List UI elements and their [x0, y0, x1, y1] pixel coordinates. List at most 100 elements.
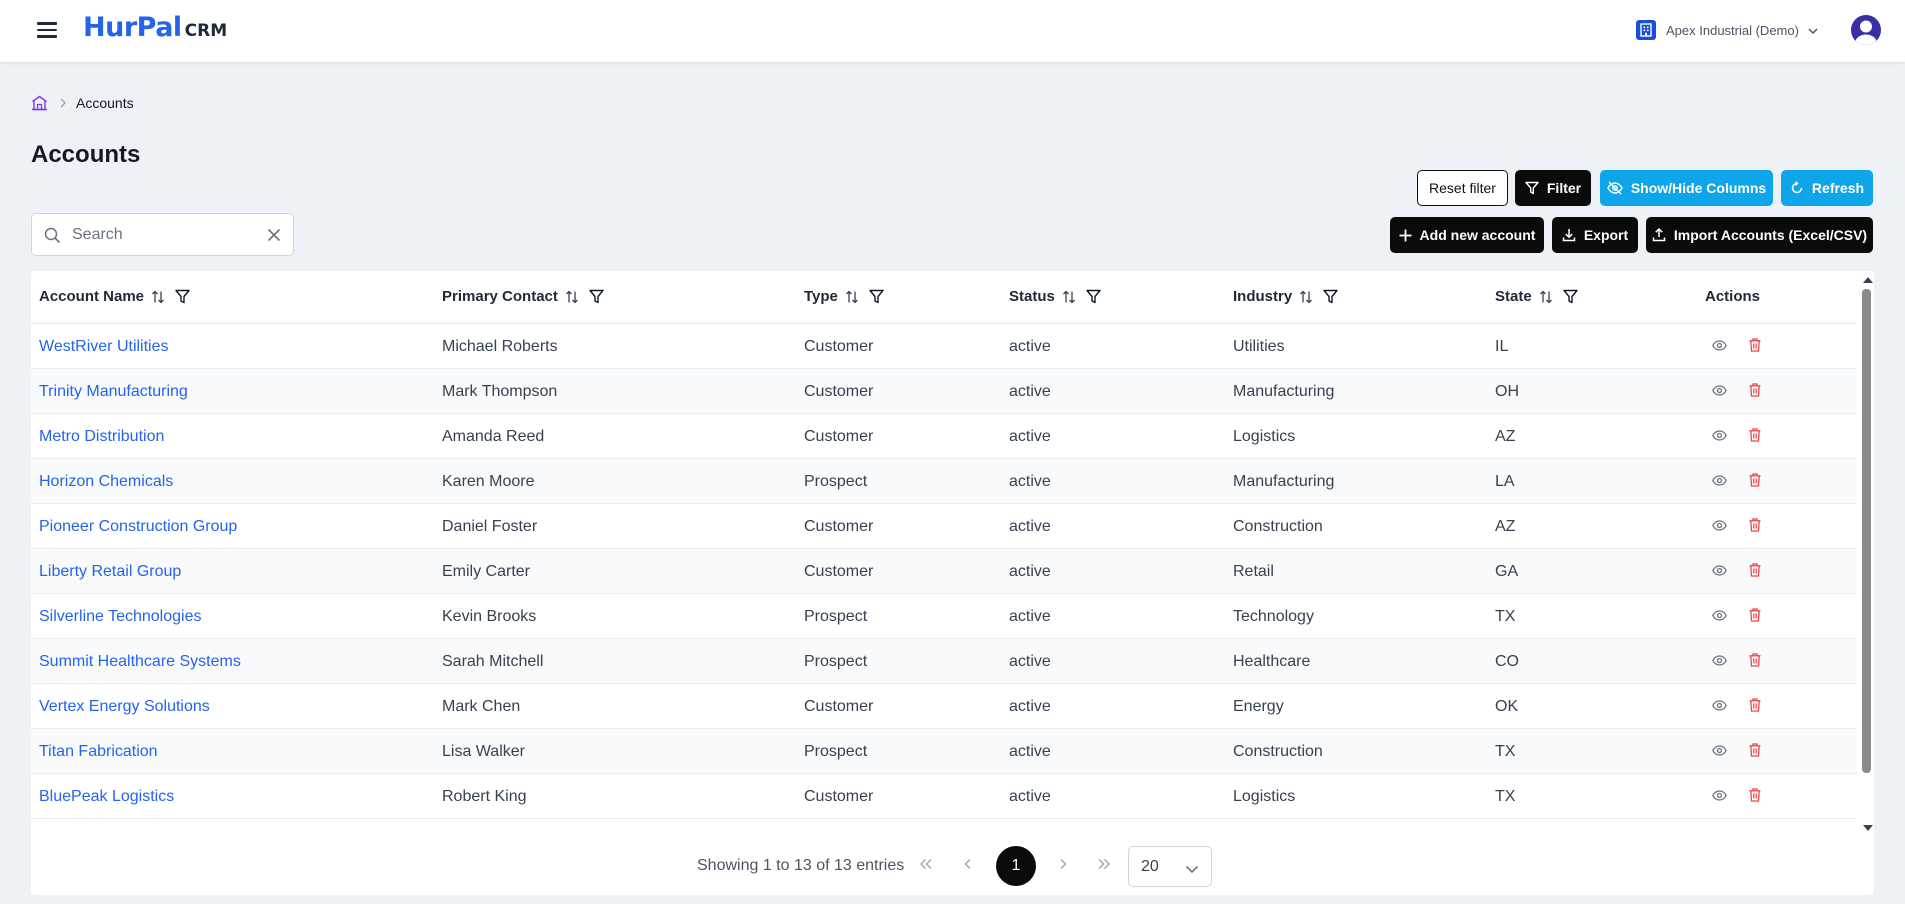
- view-eye-icon[interactable]: [1712, 383, 1727, 401]
- sort-icon[interactable]: [845, 290, 859, 304]
- cell-industry: Technology: [1233, 608, 1314, 625]
- table-row[interactable]: Vertex Energy Solutions Mark Chen Customer…: [31, 684, 1857, 729]
- filter-icon[interactable]: [175, 289, 190, 304]
- rows-per-page-select[interactable]: 20: [1128, 846, 1212, 887]
- import-accounts-label: Import Accounts (Excel/CSV): [1673, 227, 1868, 243]
- cell-account-name[interactable]: BluePeak Logistics: [39, 788, 174, 806]
- table-row[interactable]: BluePeak Logistics Robert King Customer act…: [31, 774, 1857, 819]
- table-row[interactable]: Horizon Chemicals Karen Moore Prospect acti…: [31, 459, 1857, 504]
- view-eye-icon[interactable]: [1712, 563, 1727, 581]
- table-row[interactable]: Metro Distribution Amanda Reed Customer act…: [31, 414, 1857, 459]
- cell-account-name[interactable]: Vertex Energy Solutions: [39, 698, 210, 716]
- view-eye-icon[interactable]: [1712, 338, 1727, 356]
- export-button[interactable]: Export: [1552, 217, 1638, 253]
- delete-trash-icon[interactable]: [1749, 698, 1761, 717]
- column-header-account-name[interactable]: Account Name: [39, 288, 190, 305]
- cell-account-name[interactable]: Pioneer Construction Group: [39, 518, 237, 536]
- table-row[interactable]: Pioneer Construction Group Daniel Foster C…: [31, 504, 1857, 549]
- sort-icon[interactable]: [1539, 290, 1553, 304]
- scroll-down-arrow-icon[interactable]: [1863, 825, 1873, 831]
- column-header-industry[interactable]: Industry: [1233, 288, 1338, 305]
- add-new-account-button[interactable]: Add new account: [1390, 217, 1544, 253]
- delete-trash-icon[interactable]: [1749, 383, 1761, 402]
- cell-account-name[interactable]: Silverline Technologies: [39, 608, 201, 626]
- cell-primary-contact: Emily Carter: [442, 563, 531, 580]
- delete-trash-icon[interactable]: [1749, 563, 1761, 582]
- view-eye-icon[interactable]: [1712, 743, 1727, 761]
- page-number-current[interactable]: 1: [996, 846, 1036, 886]
- view-eye-icon[interactable]: [1712, 653, 1727, 671]
- user-avatar[interactable]: [1851, 15, 1881, 45]
- delete-trash-icon[interactable]: [1749, 338, 1761, 357]
- delete-trash-icon[interactable]: [1749, 473, 1761, 492]
- reset-filter-button[interactable]: Reset filter: [1417, 170, 1508, 206]
- view-eye-icon[interactable]: [1712, 518, 1727, 536]
- cell-account-name[interactable]: Titan Fabrication: [39, 743, 158, 761]
- column-header-type[interactable]: Type: [804, 288, 884, 305]
- previous-page-icon[interactable]: [963, 857, 973, 875]
- organization-switcher[interactable]: Apex Industrial (Demo): [1636, 20, 1818, 40]
- delete-trash-icon[interactable]: [1749, 518, 1761, 537]
- add-new-account-label: Add new account: [1419, 227, 1536, 243]
- cell-status: active: [1009, 608, 1051, 625]
- sort-icon[interactable]: [565, 290, 579, 304]
- breadcrumb-current: Accounts: [76, 95, 134, 111]
- last-page-icon[interactable]: [1097, 857, 1111, 875]
- cell-account-name[interactable]: Metro Distribution: [39, 428, 164, 446]
- view-eye-icon[interactable]: [1712, 698, 1727, 716]
- delete-trash-icon[interactable]: [1749, 653, 1761, 672]
- table-row[interactable]: WestRiver Utilities Michael Roberts Custom…: [31, 324, 1857, 369]
- cell-account-name[interactable]: WestRiver Utilities: [39, 338, 169, 356]
- breadcrumb: Accounts: [31, 95, 134, 111]
- cell-industry: Utilities: [1233, 338, 1285, 355]
- scroll-thumb[interactable]: [1862, 289, 1871, 773]
- next-page-icon[interactable]: [1058, 857, 1068, 875]
- filter-button[interactable]: Filter: [1515, 170, 1591, 206]
- cell-account-name[interactable]: Summit Healthcare Systems: [39, 653, 241, 671]
- refresh-button[interactable]: Refresh: [1781, 170, 1873, 206]
- filter-icon[interactable]: [589, 289, 604, 304]
- hamburger-menu-icon[interactable]: [37, 22, 57, 38]
- home-icon[interactable]: [31, 95, 48, 111]
- filter-icon[interactable]: [1562, 289, 1578, 304]
- sort-icon[interactable]: [1062, 290, 1076, 304]
- delete-trash-icon[interactable]: [1749, 608, 1761, 627]
- search-input[interactable]: [72, 225, 252, 245]
- table-row[interactable]: Liberty Retail Group Emily Carter Customer…: [31, 549, 1857, 594]
- table-row[interactable]: Titan Fabrication Lisa Walker Prospect acti…: [31, 729, 1857, 774]
- cell-account-name[interactable]: Trinity Manufacturing: [39, 383, 188, 401]
- first-page-icon[interactable]: [919, 857, 933, 875]
- app-logo[interactable]: HurPal CRM: [83, 12, 227, 43]
- download-icon: [1562, 228, 1584, 242]
- table-scrollbar[interactable]: [1859, 271, 1874, 835]
- view-eye-icon[interactable]: [1712, 608, 1727, 626]
- filter-icon[interactable]: [1086, 289, 1101, 304]
- import-accounts-button[interactable]: Import Accounts (Excel/CSV): [1646, 217, 1873, 253]
- view-eye-icon[interactable]: [1712, 473, 1727, 491]
- cell-account-name[interactable]: Liberty Retail Group: [39, 563, 181, 581]
- cell-status: active: [1009, 383, 1051, 400]
- column-label: Type: [804, 288, 838, 305]
- clear-search-icon[interactable]: [267, 228, 281, 247]
- view-eye-icon[interactable]: [1712, 788, 1727, 806]
- table-row[interactable]: Silverline Technologies Kevin Brooks Prosp…: [31, 594, 1857, 639]
- table-row[interactable]: Trinity Manufacturing Mark Thompson Custom…: [31, 369, 1857, 414]
- view-eye-icon[interactable]: [1712, 428, 1727, 446]
- sort-icon[interactable]: [1299, 290, 1313, 304]
- cell-primary-contact: Amanda Reed: [442, 428, 545, 445]
- cell-account-name[interactable]: Horizon Chemicals: [39, 473, 173, 491]
- delete-trash-icon[interactable]: [1749, 428, 1761, 447]
- column-header-primary-contact[interactable]: Primary Contact: [442, 288, 604, 305]
- show-hide-columns-button[interactable]: Show/Hide Columns: [1600, 170, 1773, 206]
- column-header-status[interactable]: Status: [1009, 288, 1101, 305]
- refresh-label: Refresh: [1811, 180, 1865, 196]
- sort-icon[interactable]: [151, 290, 165, 304]
- filter-icon[interactable]: [1323, 289, 1338, 304]
- table-row[interactable]: Summit Healthcare Systems Sarah Mitchell P…: [31, 639, 1857, 684]
- filter-icon[interactable]: [869, 289, 884, 304]
- column-header-state[interactable]: State: [1495, 288, 1578, 305]
- delete-trash-icon[interactable]: [1749, 743, 1761, 762]
- delete-trash-icon[interactable]: [1749, 788, 1761, 807]
- scroll-up-arrow-icon[interactable]: [1863, 277, 1873, 283]
- cell-industry: Retail: [1233, 563, 1274, 580]
